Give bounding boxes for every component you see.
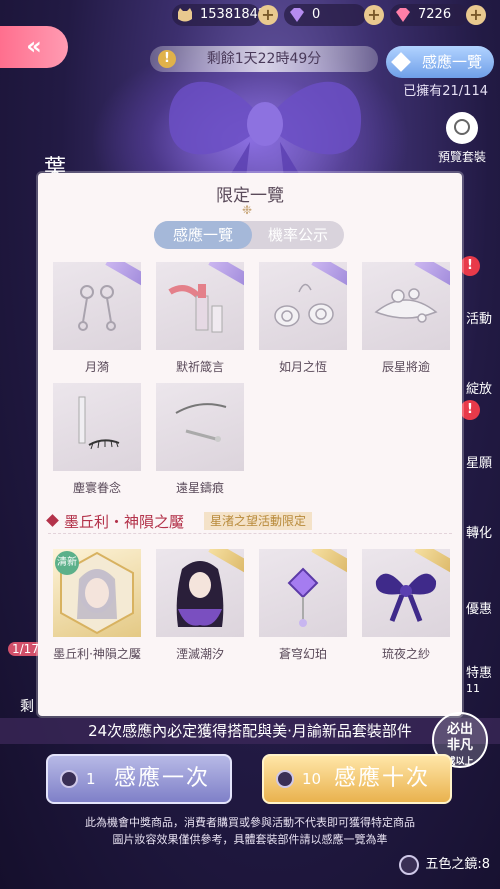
list-item[interactable]: 遠星鑄痕 bbox=[156, 383, 244, 496]
list-item[interactable]: 琉夜之紗 bbox=[362, 549, 450, 662]
lipstick-icon bbox=[156, 262, 244, 350]
list-item[interactable]: 月漪 bbox=[53, 262, 141, 375]
pink-diamond-icon bbox=[396, 8, 410, 22]
list-item[interactable]: 塵寰眷念 bbox=[53, 383, 141, 496]
diamond-bullet-icon bbox=[46, 514, 59, 527]
new-badge: 清新 bbox=[55, 551, 79, 575]
list-item[interactable]: 清新 墨丘利·神隕之魘 bbox=[53, 549, 141, 662]
scythe-icon bbox=[156, 383, 244, 471]
alert-badge: ! bbox=[460, 256, 480, 276]
panel-tabs: 感應一覽 機率公示 bbox=[154, 221, 344, 249]
side-tab-event[interactable]: 活動 bbox=[466, 308, 500, 327]
list-item[interactable]: 湮滅潮汐 bbox=[156, 549, 244, 662]
headpiece-icon bbox=[362, 262, 450, 350]
list-item[interactable]: 蒼穹幻珀 bbox=[259, 549, 347, 662]
eyelash-icon bbox=[53, 383, 141, 471]
section-header: 墨丘利・神隕之魘 星渚之望活動限定 bbox=[46, 511, 452, 531]
guarantee-banner: 24次感應內必定獲得搭配與美·月諭新品套裝部件 bbox=[0, 718, 500, 744]
gacha-list-button[interactable]: 感應一覽 bbox=[386, 46, 494, 78]
side-tab-bloom[interactable]: 綻放 bbox=[466, 378, 500, 397]
side-tab-wish[interactable]: 星願 bbox=[466, 452, 500, 471]
side-count: 11 bbox=[466, 682, 480, 695]
mirror-icon bbox=[276, 770, 294, 788]
add-coin-button[interactable]: + bbox=[258, 5, 278, 25]
list-item[interactable]: 默祈箴言 bbox=[156, 262, 244, 375]
divider bbox=[48, 533, 452, 534]
pink-diamond-counter: 7226 bbox=[390, 4, 468, 26]
tab-gacha-list[interactable]: 感應一覽 bbox=[154, 221, 252, 249]
earring-icon bbox=[53, 262, 141, 350]
add-purple-diamond-button[interactable]: + bbox=[364, 5, 384, 25]
character-portrait: 清新 bbox=[53, 549, 141, 637]
mirror-icon bbox=[399, 855, 420, 875]
side-tab-convert[interactable]: 轉化 bbox=[466, 522, 500, 541]
gacha-ten-button[interactable]: 10 感應十次 bbox=[262, 754, 452, 804]
side-tab-special[interactable]: 特惠 bbox=[466, 662, 500, 681]
purple-diamond-counter: 0 bbox=[284, 4, 366, 26]
diamond-icon bbox=[391, 52, 411, 72]
back-button[interactable]: « bbox=[0, 26, 68, 68]
list-item[interactable]: 如月之恆 bbox=[259, 262, 347, 375]
list-item[interactable]: 辰星將逾 bbox=[362, 262, 450, 375]
limited-tag: 星渚之望活動限定 bbox=[204, 512, 313, 530]
coin-counter: 15381842 bbox=[172, 4, 266, 26]
pearl-brooch-icon bbox=[259, 262, 347, 350]
limited-list-panel: 限定一覽 ❉ 感應一覽 機率公示 月漪 默祈箴言 如月之恆 辰星將逾 塵寰眷念 … bbox=[38, 173, 462, 716]
add-pink-diamond-button[interactable]: + bbox=[466, 5, 486, 25]
preview-outfit-button[interactable]: 預覽套裝 bbox=[434, 112, 490, 165]
hair-icon bbox=[156, 549, 244, 637]
double-chevron-left-icon: « bbox=[26, 32, 42, 60]
disclaimer-line: 此為機會中獎商品，消費者購買或參與活動不代表即可獲得特定商品 bbox=[85, 816, 415, 829]
currency-bar: 15381842 + 0 + 7226 + bbox=[0, 4, 500, 28]
magnifier-icon bbox=[446, 112, 478, 144]
exclamation-icon: ! bbox=[158, 50, 176, 68]
mirror-counter: 五色之鏡:8 bbox=[399, 853, 490, 877]
left-char: 剩 bbox=[20, 699, 34, 715]
tab-probability[interactable]: 機率公示 bbox=[252, 221, 344, 249]
owned-count: 已擁有21/114 bbox=[403, 84, 488, 99]
amber-pendant-icon bbox=[259, 549, 347, 637]
disclaimer-line: 圖片妝容效果僅供參考，具體套裝部件請以感應一覽為準 bbox=[112, 833, 388, 846]
purple-diamond-icon bbox=[290, 8, 304, 22]
mirror-icon bbox=[60, 770, 78, 788]
event-timer: ! 剩餘1天22時49分 bbox=[150, 46, 378, 72]
cat-coin-icon bbox=[178, 8, 192, 22]
gacha-single-button[interactable]: 1 感應一次 bbox=[46, 754, 232, 804]
snowflake-icon: ❉ bbox=[242, 203, 253, 217]
side-tab-offer[interactable]: 優惠 bbox=[466, 598, 500, 617]
bow-icon bbox=[362, 549, 450, 637]
alert-badge: ! bbox=[460, 400, 480, 420]
